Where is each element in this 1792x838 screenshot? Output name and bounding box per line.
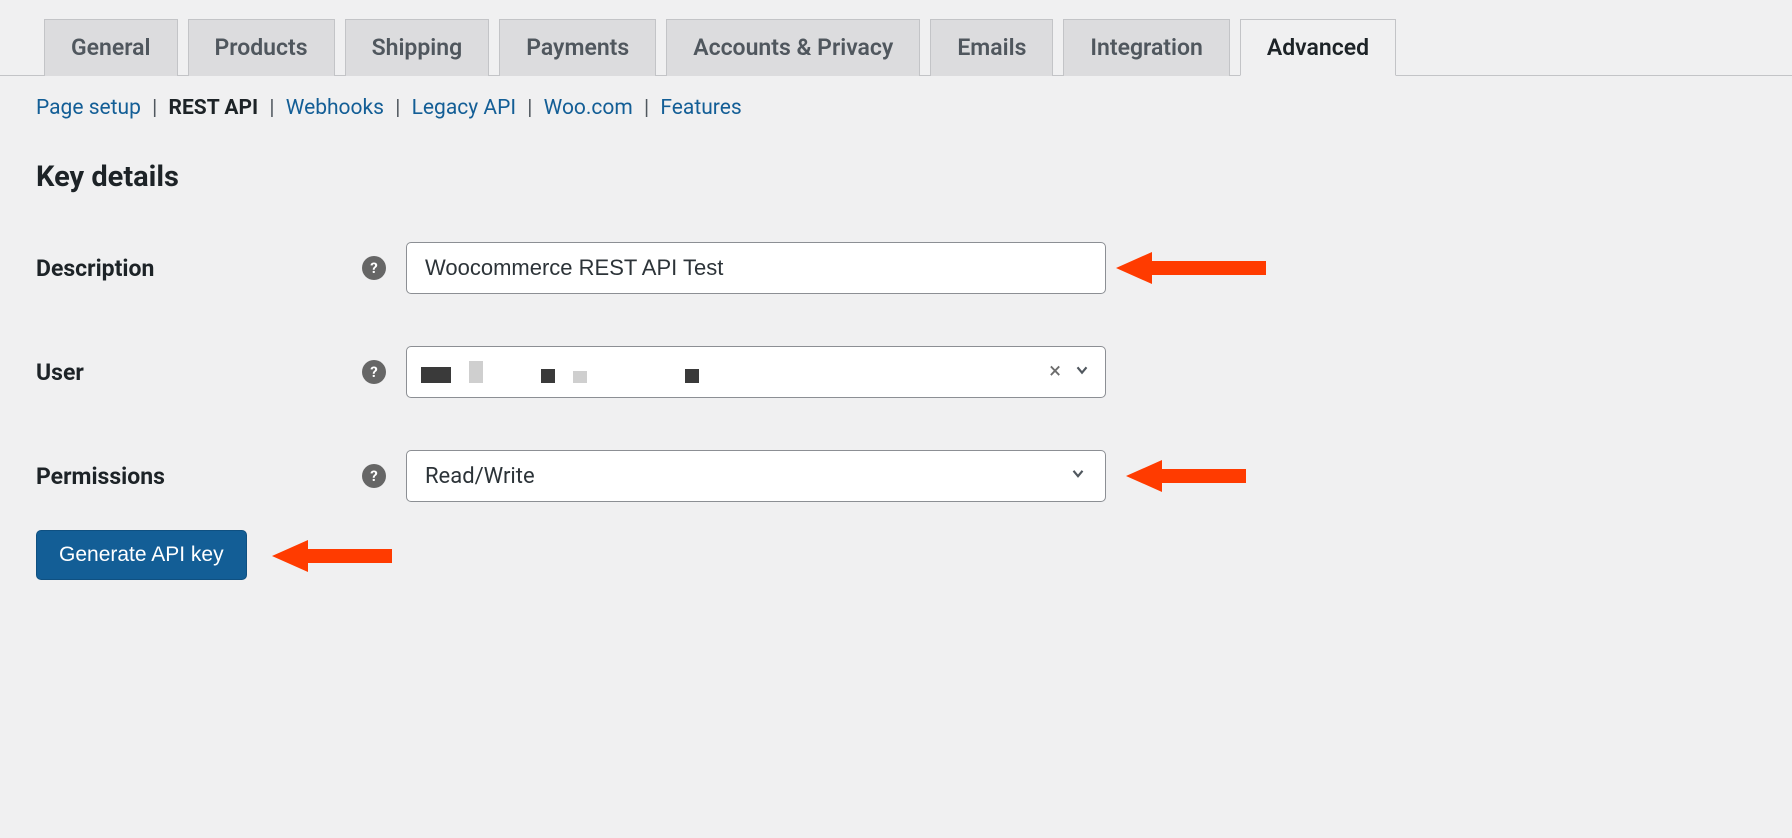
user-redacted-value [421,361,699,383]
subnav-separator: | [263,96,280,120]
subnav-webhooks[interactable]: Webhooks [286,96,384,120]
row-description: Description ? [36,242,1756,294]
help-icon[interactable]: ? [362,360,386,384]
subnav-woo-com[interactable]: Woo.com [544,96,633,120]
advanced-subnav: Page setup | REST API | Webhooks | Legac… [0,76,1792,120]
subnav-separator: | [146,96,163,120]
subnav-separator: | [638,96,655,120]
settings-tabs: General Products Shipping Payments Accou… [0,0,1792,76]
annotation-arrow-icon [1126,458,1246,494]
tab-advanced[interactable]: Advanced [1240,19,1396,76]
tab-general[interactable]: General [44,19,178,76]
subnav-page-setup[interactable]: Page setup [36,96,141,120]
help-icon[interactable]: ? [362,464,386,488]
subnav-separator: | [521,96,538,120]
annotation-arrow-icon [1116,250,1266,286]
description-input[interactable] [406,242,1106,294]
subnav-features[interactable]: Features [660,96,741,120]
submit-area: Generate API key [0,502,1792,580]
subnav-separator: | [389,96,406,120]
tab-products[interactable]: Products [188,19,335,76]
key-details-form: Description ? User ? [0,194,1792,502]
label-description: Description [36,255,154,282]
tab-accounts-privacy[interactable]: Accounts & Privacy [666,19,920,76]
tab-shipping[interactable]: Shipping [345,19,490,76]
permissions-value: Read/Write [425,464,535,489]
label-permissions: Permissions [36,463,165,490]
tab-payments[interactable]: Payments [499,19,656,76]
row-user: User ? × [36,346,1756,398]
subnav-rest-api[interactable]: REST API [169,96,259,120]
help-icon[interactable]: ? [362,256,386,280]
clear-icon[interactable]: × [1049,361,1061,383]
chevron-down-icon [1069,464,1087,489]
page-title: Key details [0,120,1792,194]
subnav-legacy-api[interactable]: Legacy API [412,96,516,120]
generate-api-key-button[interactable]: Generate API key [36,530,247,580]
annotation-arrow-icon [272,538,392,574]
permissions-select[interactable]: Read/Write [406,450,1106,502]
user-select[interactable]: × [406,346,1106,398]
chevron-down-icon[interactable] [1073,361,1091,383]
tab-emails[interactable]: Emails [930,19,1053,76]
row-permissions: Permissions ? Read/Write [36,450,1756,502]
tab-integration[interactable]: Integration [1063,19,1229,76]
label-user: User [36,359,84,386]
